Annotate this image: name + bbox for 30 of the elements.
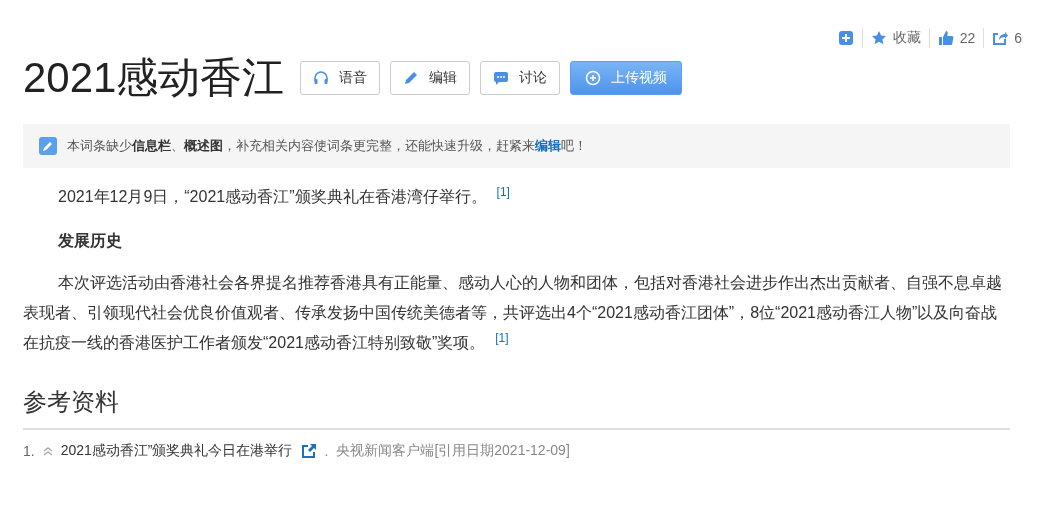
page-title: 2021感动香江 (23, 53, 285, 103)
discuss-button[interactable]: 讨论 (480, 61, 561, 95)
plus-icon (837, 30, 854, 46)
reference-source: 央视新闻客户端[引用日期2021-12-09] (336, 442, 570, 460)
citation-link[interactable]: [1] (496, 184, 510, 199)
paragraph: 本次评选活动由香港社会各界提名推荐香港具有正能量、感动人心的人物和团体，包括对香港社会进步作出杰出贡献者、自强不息卓越表现者、引领现代社会优良价值观者、传承发扬中国传统美德者等，共评选出4个“2021感动香江团体”，8位“2021感动香江人物”以及向奋战在抗疫一线的香港医护工作者颁发“2021感动香江特别致敬”奖项。 $^{[1]}$ (23, 273, 1003, 353)
paragraph: 2021年12月9日，“2021感动香江”颁奖典礼在香港湾仔举行。 $^{[1]}$ (57, 183, 511, 207)
reference-separator: . (324, 443, 329, 459)
chevron-up-icon[interactable] (42, 446, 53, 456)
share-icon (992, 30, 1009, 46)
edit-link[interactable]: 编辑 (535, 138, 561, 153)
pencil-icon (403, 70, 420, 86)
thumbs-up-icon (937, 30, 954, 46)
audio-button[interactable]: 语音 (300, 61, 381, 95)
plus-icon (585, 70, 602, 86)
pencil-icon (39, 137, 57, 155)
citation-link[interactable]: [1] (495, 330, 509, 345)
edit-button[interactable]: 编辑 (390, 61, 471, 95)
chat-icon (493, 70, 510, 86)
references-heading: 参考资料 (23, 386, 1010, 430)
share-button[interactable]: 6 (984, 30, 1030, 46)
star-icon (870, 30, 887, 46)
external-link-icon[interactable] (300, 443, 317, 459)
headphones-icon (313, 70, 330, 86)
reference-number: 1. (23, 443, 35, 459)
notice-text: 本词条缺少信息栏、概述图，补充相关内容使词条更完整，还能快速升级，赶紧来编辑吧！ (67, 137, 587, 155)
section-heading: 发展历史 (58, 231, 123, 251)
reference-link[interactable]: 2021感动香江”颁奖典礼今日在港举行 (60, 442, 293, 460)
like-button[interactable]: 22 (929, 30, 984, 46)
favorite-button[interactable]: 收藏 (862, 29, 929, 47)
